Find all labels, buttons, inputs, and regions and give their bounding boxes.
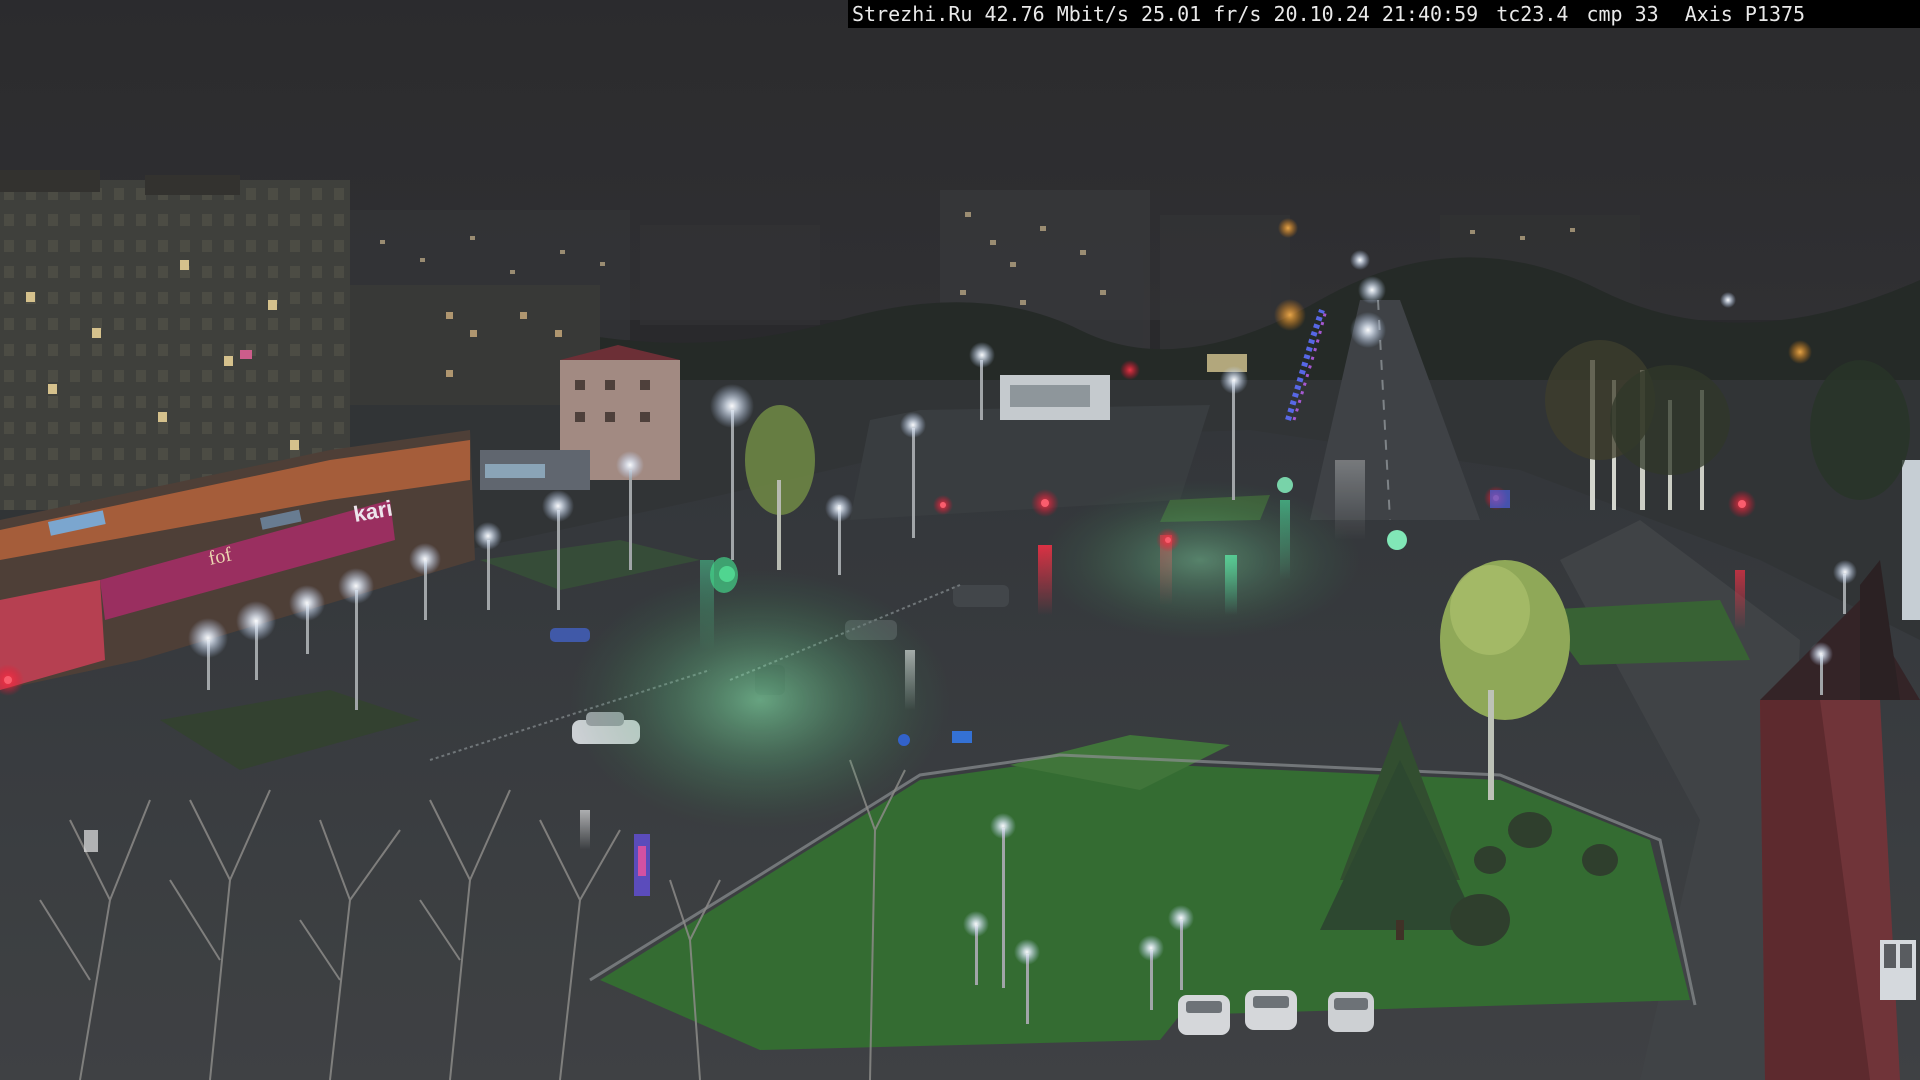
camera-info-overlay: Strezhi.Ru 42.76 Mbit/s 25.01 fr/s 20.10… [848, 0, 1920, 28]
overlay-tc: tc23.4 [1496, 2, 1569, 26]
fog-veil [0, 0, 1920, 1080]
overlay-datetime: 20.10.24 21:40:59 [1273, 2, 1479, 26]
night-town-square-scene: kari fof [0, 0, 1920, 1080]
overlay-site: Strezhi.Ru [852, 2, 973, 26]
overlay-camera-model: Axis P1375 [1684, 2, 1806, 26]
overlay-bitrate: 42.76 Mbit/s [984, 2, 1129, 26]
overlay-cmp: cmp 33 [1586, 2, 1659, 26]
webcam-frame: kari fof Strezhi.Ru 42.76 Mbit/s 25.01 f… [0, 0, 1920, 1080]
overlay-framerate: 25.01 fr/s [1141, 2, 1262, 26]
